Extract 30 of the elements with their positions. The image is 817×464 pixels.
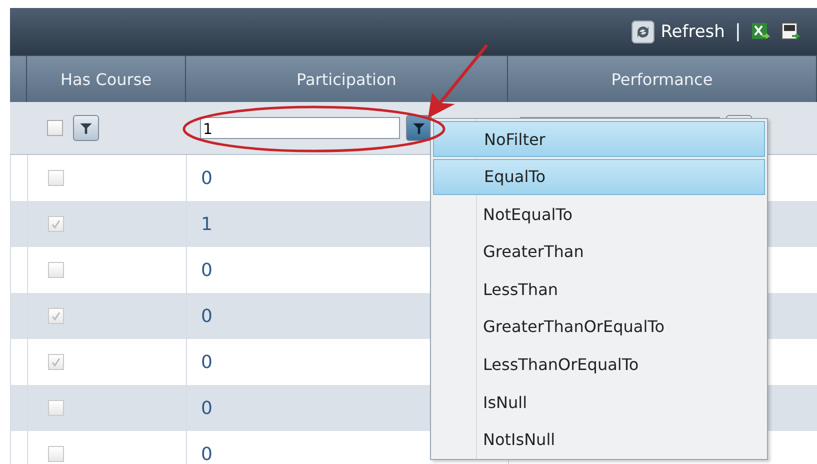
table-cell: 0 bbox=[201, 168, 212, 188]
menu-item[interactable]: EqualTo bbox=[433, 158, 765, 195]
menu-item[interactable]: NotIsNull bbox=[433, 422, 765, 458]
table-cell: 0 bbox=[201, 260, 212, 280]
filter-icon bbox=[79, 121, 93, 135]
refresh-button[interactable]: Refresh bbox=[630, 20, 725, 44]
table-cell: 0 bbox=[201, 444, 212, 464]
menu-item[interactable]: IsNull bbox=[433, 384, 765, 420]
refresh-icon bbox=[630, 20, 655, 44]
filter-button[interactable] bbox=[73, 115, 99, 141]
table-cell: 0 bbox=[201, 398, 212, 418]
csv-export-icon[interactable] bbox=[781, 22, 801, 42]
menu-item[interactable]: GreaterThan bbox=[433, 234, 765, 270]
column-header[interactable]: Has Course bbox=[27, 55, 186, 102]
filter-field[interactable]: 1 bbox=[200, 117, 400, 139]
column-header[interactable]: Participation bbox=[186, 55, 508, 102]
menu-item[interactable]: LessThan bbox=[433, 271, 765, 308]
menu-item[interactable]: NoFilter bbox=[433, 121, 765, 157]
table-cell: 0 bbox=[201, 306, 212, 326]
filter-checkbox[interactable] bbox=[47, 120, 63, 136]
toolbar-separator: | bbox=[734, 21, 741, 42]
menu-item[interactable]: GreaterThanOrEqualTo bbox=[433, 308, 765, 345]
column-header[interactable]: Performance bbox=[508, 55, 817, 102]
table-cell: 0 bbox=[201, 352, 212, 372]
table-cell: 1 bbox=[201, 214, 212, 234]
excel-export-icon[interactable] bbox=[751, 22, 771, 42]
menu-item[interactable]: NotEqualTo bbox=[433, 196, 765, 232]
menu-item[interactable]: LessThanOrEqualTo bbox=[433, 346, 765, 383]
column-header bbox=[10, 55, 27, 102]
filter-icon bbox=[412, 121, 426, 135]
